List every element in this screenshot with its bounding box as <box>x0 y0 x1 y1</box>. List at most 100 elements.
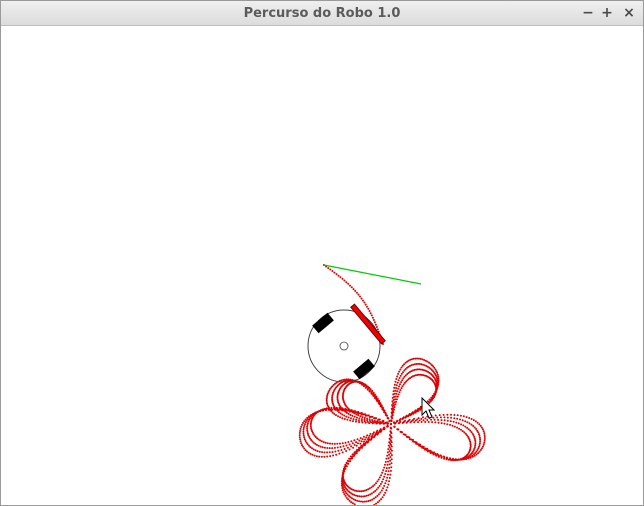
trail-dot <box>303 436 306 439</box>
trail-dot <box>380 404 383 407</box>
maximize-button[interactable]: + <box>598 4 616 22</box>
trail-dot <box>397 379 400 382</box>
trail-dot <box>335 406 338 409</box>
trail-dot <box>320 440 323 443</box>
trail-dot <box>341 442 344 445</box>
trail-dot <box>461 430 464 433</box>
close-button[interactable]: × <box>620 4 638 22</box>
trail-dot <box>472 419 475 422</box>
trail-dot <box>353 439 356 442</box>
trail-dot <box>434 421 437 424</box>
trail-dot <box>424 417 427 420</box>
trail-dot <box>380 498 383 501</box>
trail-dot <box>355 449 358 452</box>
trail-dot <box>380 489 383 492</box>
trail-dot <box>321 446 324 449</box>
trail-dot <box>344 407 347 410</box>
trail-dot <box>370 314 373 317</box>
trail-dot <box>443 419 446 422</box>
trail-dot <box>347 412 350 415</box>
trail-dot <box>392 390 395 393</box>
trail-dot <box>417 357 420 360</box>
trail-dot <box>402 433 405 436</box>
trail-dot <box>396 390 399 393</box>
trail-dot <box>298 432 301 434</box>
trail-dot <box>369 432 372 435</box>
trail-dot <box>303 425 306 427</box>
trail-dot <box>349 419 352 422</box>
trail-dot <box>473 437 476 440</box>
trail-dot <box>393 406 396 408</box>
trail-dot <box>347 441 350 443</box>
trail-dot <box>315 443 318 446</box>
trail-dot <box>382 420 385 422</box>
trail-dot <box>329 455 332 458</box>
minimize-button[interactable]: − <box>579 4 597 22</box>
trail-dot <box>366 438 369 441</box>
drawing-canvas[interactable] <box>1 26 643 505</box>
trail-dot <box>376 480 379 483</box>
trail-dot <box>420 363 423 366</box>
trail-dot <box>385 479 388 482</box>
trail-dot <box>362 435 365 438</box>
trail-dot <box>331 451 334 453</box>
trail-dot <box>379 491 382 494</box>
trail-dot <box>386 454 389 457</box>
trail-dot <box>357 410 360 413</box>
trail-dot <box>437 421 440 424</box>
trail-dot <box>422 416 424 419</box>
trail-dot <box>326 451 329 454</box>
trail-dot <box>395 392 398 395</box>
trail-dot <box>440 456 443 459</box>
trail-dot <box>356 438 359 441</box>
trail-dot <box>357 446 360 449</box>
trail-dot <box>436 371 439 374</box>
trail-dot <box>393 383 396 386</box>
trail-dot <box>338 442 341 445</box>
trail-dot <box>306 429 309 432</box>
trail-dot <box>347 498 350 501</box>
trail-dot <box>375 417 378 420</box>
trail-dot <box>372 491 375 494</box>
trail-dot <box>363 489 366 492</box>
trail-dot <box>452 420 455 423</box>
trail-dot <box>482 430 485 433</box>
trail-dot <box>394 398 397 401</box>
trail-dot <box>483 441 486 444</box>
app-window: Percurso do Robo 1.0 − + × <box>0 0 644 506</box>
trail-dot <box>417 421 419 424</box>
trail-dot <box>450 459 453 462</box>
trail-dot <box>474 444 477 447</box>
trail-dot <box>370 492 373 495</box>
trail-dot <box>385 470 388 473</box>
trail-dot <box>348 499 351 502</box>
trail-dot <box>483 436 486 438</box>
trail-dot <box>303 423 306 426</box>
trail-dot <box>391 417 394 420</box>
trail-dot <box>389 459 392 462</box>
trail-dot <box>384 491 387 494</box>
trail-dot <box>456 426 459 429</box>
trail-dot <box>302 432 305 435</box>
trail-dot <box>317 444 320 447</box>
trail-dot <box>326 394 329 397</box>
trail-dot <box>371 389 374 392</box>
trail-dot <box>464 425 467 428</box>
trail-dot <box>409 358 412 361</box>
trail-dot <box>383 409 386 412</box>
trail-dot <box>457 422 460 425</box>
trail-dot <box>381 471 384 474</box>
trail-dot <box>472 425 475 427</box>
trail-dot <box>480 426 483 429</box>
trail-dot <box>387 448 390 451</box>
title-bar[interactable]: Percurso do Robo 1.0 − + × <box>1 1 643 26</box>
trail-dot <box>350 417 352 420</box>
trail-dot <box>378 476 381 479</box>
trail-dot <box>431 421 434 424</box>
trail-dot <box>436 373 439 376</box>
trail-dot <box>358 495 361 498</box>
trail-dot <box>413 363 416 366</box>
trail-dot <box>443 422 446 425</box>
trail-dot <box>389 452 392 455</box>
trail-dot <box>476 421 479 424</box>
